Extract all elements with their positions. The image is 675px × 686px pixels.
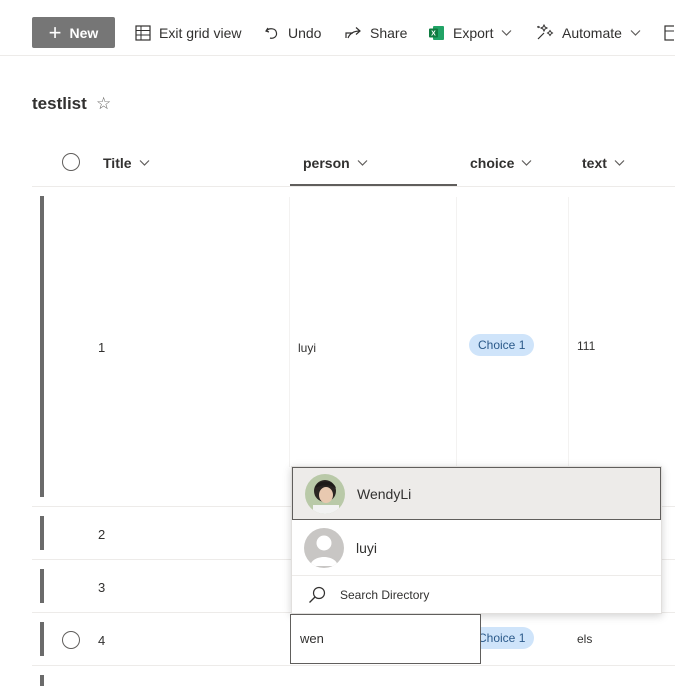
- chevron-down-icon: [521, 160, 532, 166]
- column-divider: [456, 197, 457, 467]
- share-label: Share: [370, 24, 408, 41]
- suggestion-item-wendyli[interactable]: WendyLi: [292, 467, 661, 520]
- new-button[interactable]: + New: [32, 17, 115, 48]
- automate-icon: [537, 24, 554, 40]
- share-icon: [345, 26, 361, 38]
- favorite-star-icon[interactable]: ☆: [96, 94, 111, 114]
- excel-icon: X: [429, 25, 444, 40]
- choice-pill[interactable]: Choice 1: [469, 334, 535, 356]
- person-picker-input-value: wen: [300, 631, 324, 646]
- search-directory-button[interactable]: Search Directory: [292, 575, 661, 614]
- column-choice-label: choice: [470, 155, 515, 171]
- undo-icon: [265, 27, 278, 39]
- chevron-down-icon: [614, 160, 625, 166]
- column-divider: [289, 197, 290, 467]
- list-title: testlist: [32, 94, 87, 113]
- exit-grid-view-button[interactable]: Exit grid view: [135, 17, 241, 48]
- export-label: Export: [453, 24, 494, 41]
- table-row[interactable]: [32, 666, 675, 686]
- cell-person[interactable]: luyi: [298, 341, 316, 355]
- row-selection-bar: [40, 196, 44, 497]
- column-header-row: Title person choice text: [32, 141, 675, 187]
- column-header-person[interactable]: person: [303, 155, 368, 171]
- row-selection-bar: [40, 569, 44, 603]
- column-header-choice[interactable]: choice: [470, 155, 532, 171]
- undo-label: Undo: [288, 24, 322, 41]
- column-header-text[interactable]: text: [582, 155, 625, 171]
- suggestion-name: WendyLi: [357, 485, 412, 502]
- automate-button[interactable]: Automate: [536, 17, 641, 48]
- search-directory-label: Search Directory: [340, 588, 430, 602]
- column-divider: [568, 197, 569, 467]
- suggestion-name: luyi: [356, 540, 378, 556]
- column-header-title[interactable]: Title: [103, 155, 150, 171]
- row-selection-bar: [40, 675, 44, 686]
- cell-title[interactable]: 1: [98, 340, 105, 355]
- cell-title[interactable]: 4: [98, 633, 105, 648]
- automate-label: Automate: [562, 24, 622, 41]
- avatar: [305, 473, 345, 514]
- row-selection-bar: [40, 516, 44, 550]
- undo-button[interactable]: Undo: [264, 17, 321, 48]
- column-title-label: Title: [103, 155, 132, 171]
- row-checkbox[interactable]: [62, 631, 80, 649]
- default-avatar-icon: [304, 528, 344, 568]
- chevron-down-icon: [357, 160, 368, 166]
- export-button[interactable]: X Export: [428, 17, 512, 48]
- share-button[interactable]: Share: [345, 17, 407, 48]
- grid-icon: [135, 24, 151, 41]
- layout-icon: [664, 24, 674, 41]
- command-bar: + New Exit grid view Undo Share X Export…: [0, 0, 675, 56]
- svg-text:X: X: [431, 30, 436, 37]
- chevron-down-icon: [502, 29, 512, 36]
- cell-title[interactable]: 3: [98, 580, 105, 595]
- chevron-down-icon: [630, 29, 641, 36]
- suggestion-item-luyi[interactable]: luyi: [292, 522, 661, 574]
- search-icon: [309, 586, 326, 603]
- exit-grid-view-label: Exit grid view: [159, 24, 242, 41]
- column-person-label: person: [303, 155, 350, 171]
- cell-text[interactable]: els: [577, 632, 592, 646]
- plus-icon: +: [48, 19, 62, 45]
- column-text-label: text: [582, 155, 607, 171]
- cell-text[interactable]: 111: [577, 339, 595, 353]
- row-selection-bar: [40, 622, 44, 656]
- more-commands-button[interactable]: [664, 17, 675, 48]
- cell-title[interactable]: 2: [98, 527, 105, 542]
- chevron-down-icon: [139, 160, 149, 166]
- people-picker-suggestions: WendyLi luyi Search Directory: [291, 466, 662, 614]
- table-row[interactable]: 1 luyi Choice 1 111: [32, 186, 675, 507]
- person-picker-input[interactable]: wen: [290, 614, 481, 664]
- new-label: New: [69, 24, 99, 41]
